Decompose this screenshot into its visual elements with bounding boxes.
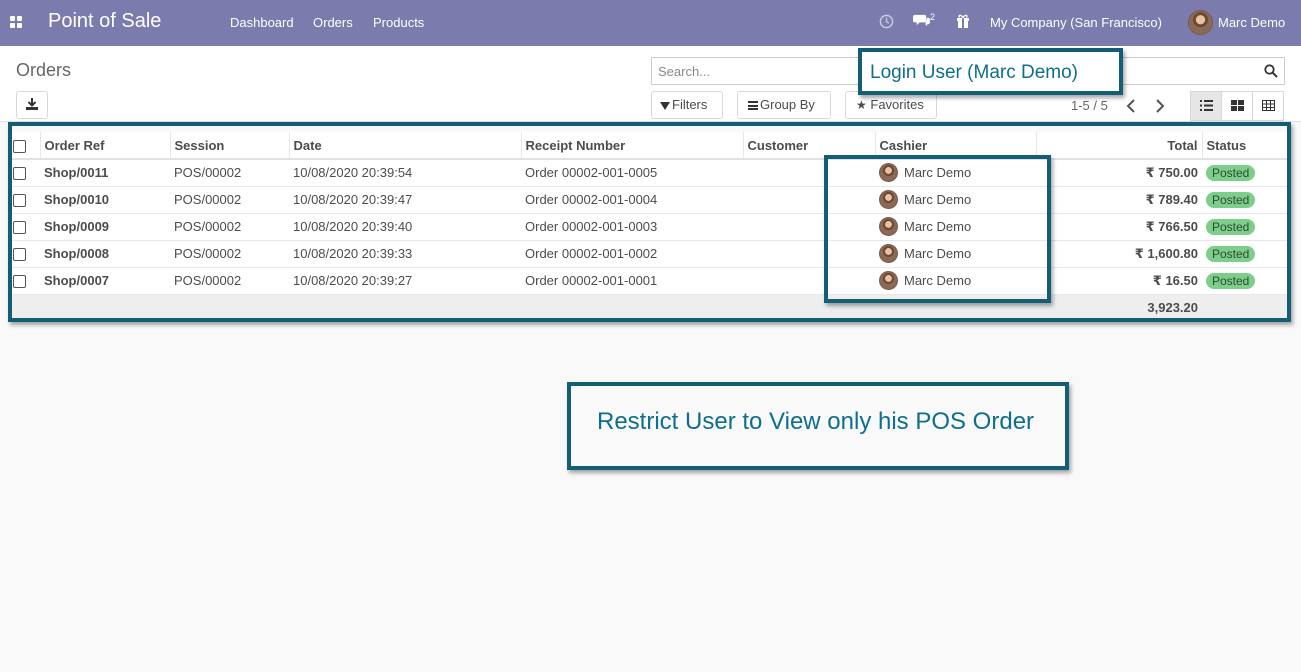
menu-dashboard[interactable]: Dashboard: [230, 15, 294, 30]
breadcrumb: Orders: [16, 60, 72, 80]
pager-value[interactable]: 1-5 / 5: [1071, 98, 1108, 113]
company-switcher[interactable]: My Company (San Francisco): [990, 15, 1162, 30]
menu-orders[interactable]: Orders: [313, 15, 353, 30]
filter-icon: [660, 101, 670, 110]
list-view-button[interactable]: [1190, 91, 1222, 121]
filters-label: Filters: [672, 97, 708, 112]
list-view-icon: [1200, 100, 1213, 111]
top-navbar: Point of Sale Dashboard Orders Products …: [0, 0, 1301, 46]
user-menu[interactable]: Marc Demo: [1218, 15, 1285, 30]
restrict-user-text: Restrict User to View only his POS Order: [597, 408, 1035, 435]
favorites-label: Favorites: [870, 97, 924, 112]
export-button[interactable]: [16, 91, 48, 119]
apps-menu-icon[interactable]: [10, 16, 23, 29]
pager-previous-icon[interactable]: [1122, 96, 1142, 116]
user-avatar[interactable]: [1188, 10, 1213, 35]
filters-button[interactable]: Filters: [651, 91, 723, 119]
cashier-column-highlight: [824, 155, 1051, 303]
pivot-view-button[interactable]: [1252, 91, 1284, 121]
login-user-text: Login User (Marc Demo): [870, 62, 1078, 83]
app-title[interactable]: Point of Sale: [48, 10, 161, 33]
menu-products[interactable]: Products: [373, 15, 424, 30]
group-by-label: Group By: [760, 97, 815, 112]
gift-icon[interactable]: [956, 13, 970, 31]
group-by-button[interactable]: Group By: [737, 91, 831, 119]
messages-chat-icon[interactable]: [913, 13, 930, 31]
kanban-view-icon: [1231, 100, 1244, 111]
star-icon: ★: [856, 98, 867, 112]
login-user-callout: Login User (Marc Demo): [858, 48, 1123, 95]
pager-next-icon[interactable]: [1149, 96, 1169, 116]
messages-count-badge: 2: [930, 12, 936, 22]
restrict-user-callout: Restrict User to View only his POS Order: [567, 382, 1069, 470]
kanban-view-button[interactable]: [1221, 91, 1253, 121]
favorites-button[interactable]: ★ Favorites: [845, 91, 937, 119]
activity-clock-icon[interactable]: [879, 14, 894, 32]
orders-table-highlight: [8, 122, 1291, 322]
table-view-icon: [1262, 100, 1275, 111]
download-icon: [26, 98, 38, 110]
list-bars-icon: [748, 101, 758, 111]
search-icon[interactable]: [1264, 64, 1278, 78]
